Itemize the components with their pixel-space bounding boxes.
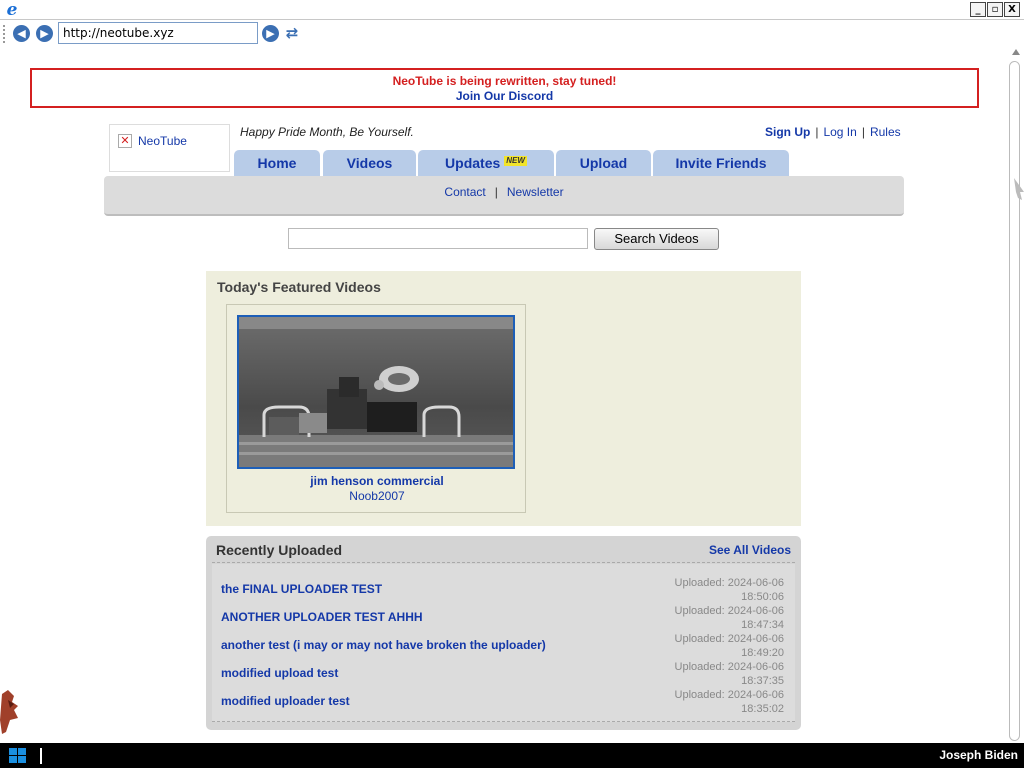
search-input[interactable]	[288, 228, 588, 249]
contact-link[interactable]: Contact	[444, 185, 485, 199]
tab-updates[interactable]: Updates NEW	[418, 150, 554, 176]
page-viewport: NeoTube is being rewritten, stay tuned! …	[0, 47, 1006, 743]
restore-button[interactable]: ▫	[987, 2, 1003, 17]
tagline: Happy Pride Month, Be Yourself.	[240, 125, 414, 139]
browser-logo-icon: e	[6, 0, 18, 20]
rules-link[interactable]: Rules	[870, 125, 901, 139]
separator: |	[815, 125, 819, 139]
user-links: Sign Up | Log In | Rules	[765, 125, 901, 139]
start-menu-icon[interactable]	[9, 748, 27, 764]
upload-date: Uploaded: 2024-06-06 18:47:34	[674, 605, 784, 631]
browser-title-bar: e _ ▫ X	[0, 0, 1024, 20]
announcement-banner: NeoTube is being rewritten, stay tuned! …	[30, 68, 979, 108]
browser-nav-bar: ◀ ▶ ▶ ⇄	[0, 20, 1024, 47]
featured-video-card: jim henson commercial Noob2007	[226, 304, 526, 513]
video-link[interactable]: modified upload test	[221, 666, 338, 680]
banner-title: NeoTube is being rewritten, stay tuned!	[392, 74, 617, 88]
list-item: another test (i may or may not have brok…	[221, 632, 789, 660]
upload-date: Uploaded: 2024-06-06 18:35:02	[674, 689, 784, 715]
featured-video-author[interactable]: Noob2007	[227, 489, 527, 503]
list-item: modified uploader test Uploaded: 2024-06…	[221, 688, 789, 716]
list-item: modified upload test Uploaded: 2024-06-0…	[221, 660, 789, 688]
text-cursor	[40, 748, 42, 764]
video-link[interactable]: ANOTHER UPLOADER TEST AHHH	[221, 610, 423, 624]
broken-image-icon: ✕	[118, 134, 132, 148]
minimize-button[interactable]: _	[970, 2, 986, 17]
address-bar[interactable]	[58, 22, 258, 44]
featured-title: Today's Featured Videos	[217, 279, 381, 295]
separator: |	[861, 125, 865, 139]
scrollbar-thumb[interactable]	[1009, 61, 1020, 741]
divider	[212, 562, 795, 563]
tab-home[interactable]: Home	[234, 150, 320, 176]
separator: |	[494, 185, 498, 199]
tab-label: Updates	[445, 155, 501, 171]
close-button[interactable]: X	[1004, 2, 1020, 17]
video-link[interactable]: modified uploader test	[221, 694, 350, 708]
forward-arrow-icon[interactable]: ▶	[36, 25, 53, 42]
tab-videos[interactable]: Videos	[323, 150, 416, 176]
video-thumbnail[interactable]	[237, 315, 515, 469]
recent-list: the FINAL UPLOADER TEST Uploaded: 2024-0…	[212, 564, 795, 722]
recent-title: Recently Uploaded	[216, 542, 343, 558]
see-all-videos-link[interactable]: See All Videos	[709, 543, 791, 557]
tab-label: Invite Friends	[675, 155, 767, 171]
list-item: ANOTHER UPLOADER TEST AHHH Uploaded: 202…	[221, 604, 789, 632]
upload-date: Uploaded: 2024-06-06 18:49:20	[674, 633, 784, 659]
mascot-icon	[0, 690, 18, 734]
list-item: the FINAL UPLOADER TEST Uploaded: 2024-0…	[221, 576, 789, 604]
newsletter-link[interactable]: Newsletter	[507, 185, 564, 199]
refresh-icon[interactable]: ⇄	[284, 24, 300, 42]
scroll-up-arrow-icon[interactable]	[1012, 49, 1020, 55]
tab-label: Videos	[346, 155, 393, 171]
thumbnail-image	[239, 317, 513, 467]
taskbar-user-name: Joseph Biden	[939, 748, 1018, 762]
upload-date: Uploaded: 2024-06-06 18:50:06	[674, 577, 784, 603]
new-badge: NEW	[504, 156, 527, 166]
recently-uploaded-panel: Recently Uploaded See All Videos the FIN…	[206, 536, 801, 730]
video-link[interactable]: the FINAL UPLOADER TEST	[221, 582, 382, 596]
logo-alt-text: NeoTube	[138, 134, 187, 148]
site-logo[interactable]: ✕ NeoTube	[109, 124, 230, 172]
sign-up-link[interactable]: Sign Up	[765, 125, 810, 139]
edge-arrow-icon	[1014, 178, 1024, 200]
vertical-scrollbar[interactable]	[1006, 47, 1024, 743]
search-videos-button[interactable]: Search Videos	[594, 228, 719, 250]
go-arrow-icon[interactable]: ▶	[262, 25, 279, 42]
discord-link[interactable]: Join Our Discord	[32, 89, 977, 104]
tab-label: Home	[257, 155, 297, 171]
featured-video-title[interactable]: jim henson commercial	[227, 474, 527, 488]
video-link[interactable]: another test (i may or may not have brok…	[221, 638, 546, 652]
taskbar: Joseph Biden	[0, 743, 1024, 768]
upload-date: Uploaded: 2024-06-06 18:37:35	[674, 661, 784, 687]
back-arrow-icon[interactable]: ◀	[13, 25, 30, 42]
tab-upload[interactable]: Upload	[556, 150, 651, 176]
sub-navigation: Contact | Newsletter	[104, 176, 904, 216]
featured-videos-panel: Today's Featured Videos jim henson comme…	[206, 271, 801, 526]
log-in-link[interactable]: Log In	[823, 125, 856, 139]
tab-invite-friends[interactable]: Invite Friends	[653, 150, 789, 176]
toolbar-grip	[3, 25, 6, 43]
tab-label: Upload	[579, 155, 628, 171]
